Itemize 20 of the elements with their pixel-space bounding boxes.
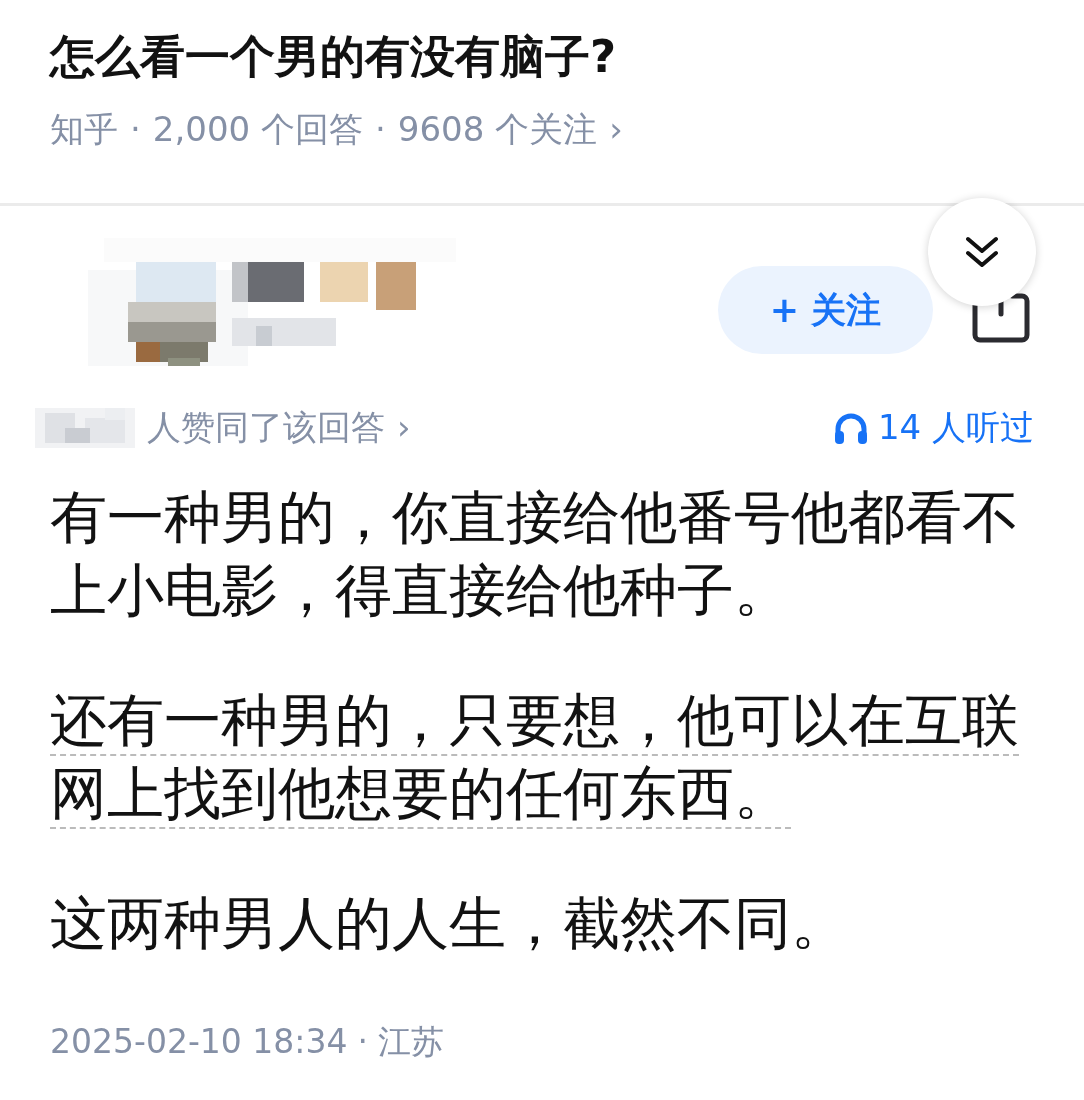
linked-paragraph[interactable]: 还有一种男的，只要想，他可以在互联网上找到他想要的任何东西。 — [50, 684, 1040, 830]
footer-text: 江苏 — [377, 1021, 444, 1063]
meta-text: 9608 个关注 — [397, 108, 598, 151]
paragraph: 有一种男的，你直接给他番号他都看不上小电影，得直接给他种子。 — [50, 483, 1020, 625]
double-chevron-down-icon — [964, 235, 1000, 269]
chevron-icon[interactable]: › — [397, 402, 411, 453]
dot-separator: · — [357, 1021, 368, 1063]
dot-separator: · — [130, 108, 141, 151]
dot-separator: · — [374, 108, 386, 151]
meta-text: 知乎 — [50, 108, 118, 151]
headphones-icon — [833, 411, 868, 444]
paragraph: 这两种男人的人生，截然不同。 — [50, 889, 849, 958]
listener-count[interactable]: 14 人听过 — [877, 402, 1034, 453]
question-title: 怎么看一个男的有没有脑子? — [50, 30, 618, 84]
vote-count[interactable]: 人赞同了该回答 — [147, 402, 385, 453]
chevron-icon[interactable]: › — [609, 104, 623, 155]
meta-text: 2,000 个回答 — [152, 108, 363, 151]
follow-button[interactable]: + 关注 — [718, 266, 933, 354]
footer-text: 2025-02-10 18:34 — [50, 1021, 348, 1063]
collapse-button[interactable] — [928, 198, 1036, 306]
